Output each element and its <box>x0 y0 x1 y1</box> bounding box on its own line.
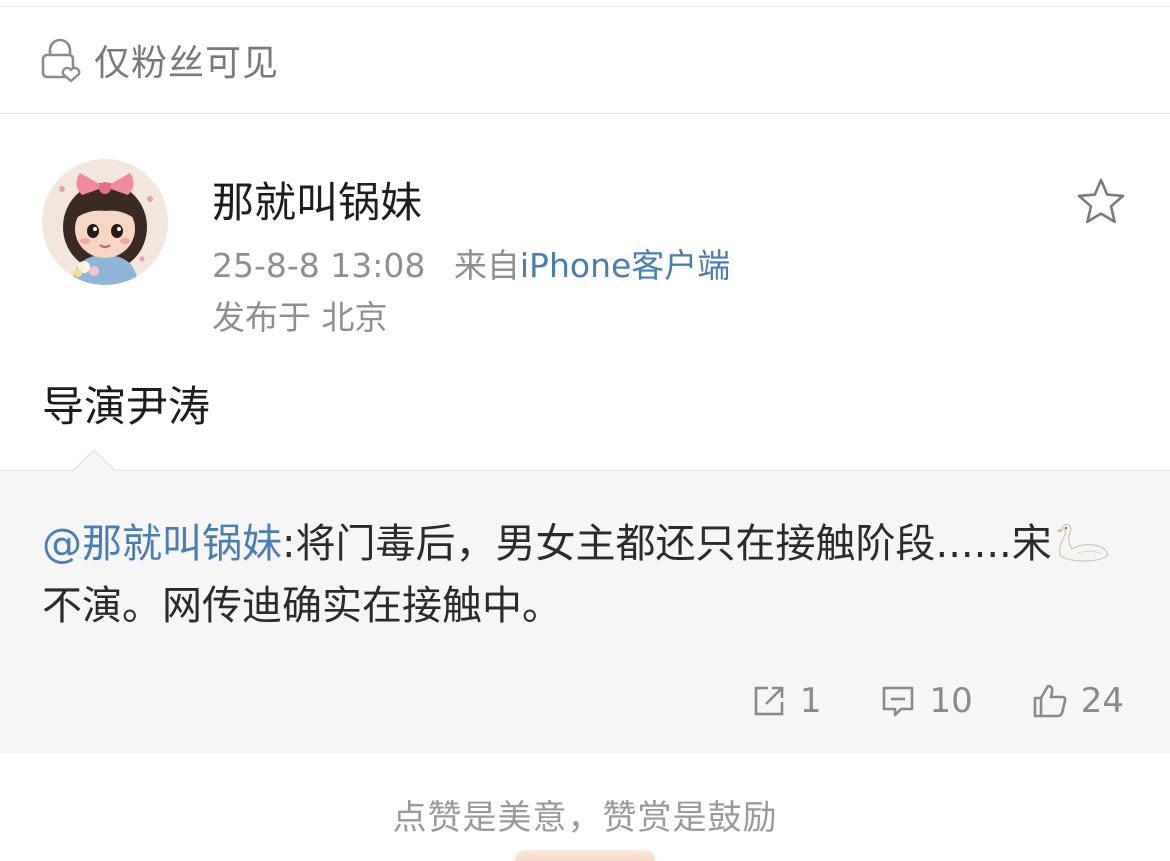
repost-text-part1: :将门毒后，男女主都还只在接触阶段......宋 <box>282 521 1052 567</box>
repost-notch-fill <box>73 451 115 472</box>
share-icon <box>754 686 784 716</box>
mention-link[interactable]: @那就叫锅妹 <box>42 521 282 567</box>
lock-heart-icon <box>41 38 81 83</box>
comment-count: 10 <box>929 681 973 721</box>
repost-text-part2: 不演。网传迪确实在接触中。 <box>42 583 562 629</box>
thumbs-up-icon <box>1033 684 1067 718</box>
reward-hint: 点赞是美意，赞赏是鼓励 <box>392 798 778 838</box>
visibility-bar: 仅粉丝可见 <box>0 7 1170 114</box>
post-timestamp: 25-8-8 13:08 <box>212 246 426 285</box>
share-button[interactable]: 1 <box>750 681 822 721</box>
post-text: 导演尹涛 <box>42 382 211 431</box>
like-button[interactable]: 24 <box>1031 681 1124 721</box>
avatar-image <box>42 159 168 285</box>
source-prefix: 来自 <box>453 246 520 285</box>
share-count: 1 <box>799 681 822 721</box>
avatar[interactable] <box>42 159 168 285</box>
source-link[interactable]: iPhone客户端 <box>520 246 730 285</box>
author-name[interactable]: 那就叫锅妹 <box>212 169 422 230</box>
comment-button[interactable]: 10 <box>879 681 973 721</box>
post-card: 那就叫锅妹 25-8-8 13:08 来自iPhone客户端 发布于 北京 导演… <box>0 115 1170 470</box>
visibility-label: 仅粉丝可见 <box>94 43 280 84</box>
swan-icon <box>1055 523 1109 562</box>
reward-button-edge[interactable] <box>515 850 655 861</box>
comment-icon <box>883 686 914 717</box>
repost-text: @那就叫锅妹:将门毒后，男女主都还只在接触阶段......宋 不演。网传迪确实在… <box>42 513 1132 637</box>
post-meta: 25-8-8 13:08 来自iPhone客户端 <box>212 239 730 287</box>
repost-actions: 1 10 24 <box>692 681 1124 721</box>
post-location: 发布于 北京 <box>212 298 388 337</box>
star-outline-icon[interactable] <box>1074 175 1128 229</box>
like-count: 24 <box>1080 681 1124 721</box>
repost-card[interactable]: @那就叫锅妹:将门毒后，男女主都还只在接触阶段......宋 不演。网传迪确实在… <box>0 449 1170 753</box>
